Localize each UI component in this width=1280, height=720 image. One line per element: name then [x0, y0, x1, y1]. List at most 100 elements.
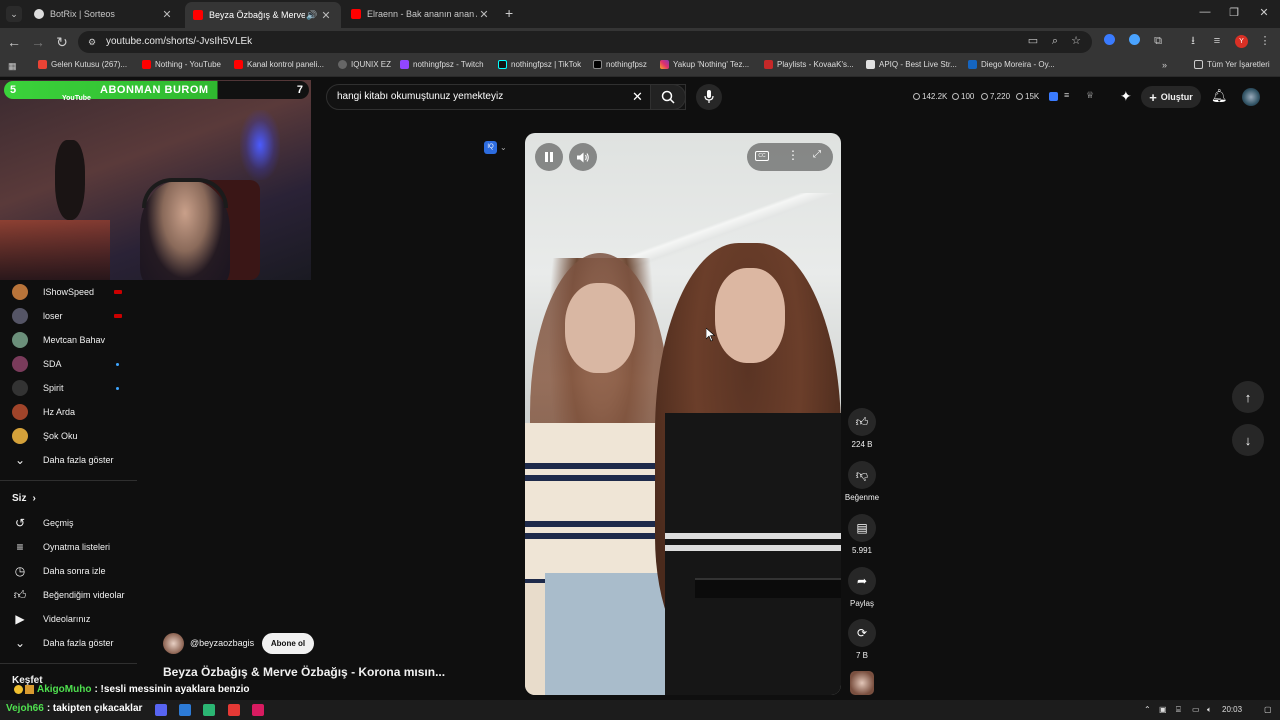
minimize-icon[interactable]: — — [1198, 6, 1212, 18]
bookmark-youtube[interactable]: Nothing - YouTube — [142, 60, 221, 69]
sidebar-item-sok-oku[interactable]: Şok Oku — [12, 426, 78, 446]
app-taskbar-icon[interactable] — [228, 704, 240, 716]
extension-toggle-icon[interactable] — [1049, 92, 1058, 101]
sidebar-item-spirit[interactable]: Spirit — [12, 378, 64, 398]
app-taskbar-icon[interactable] — [252, 704, 264, 716]
like-count: 224 B — [851, 440, 873, 449]
tab-search-button[interactable]: ⌄ — [6, 6, 22, 22]
comments-button[interactable]: ▤ — [848, 514, 876, 542]
bookmark-gmail[interactable]: Gelen Kutusu (267)... — [38, 60, 127, 69]
pause-button[interactable] — [535, 143, 563, 171]
previous-short-button[interactable]: ↑ — [1232, 381, 1264, 413]
tray-app-icon[interactable]: ▣ — [1159, 705, 1167, 714]
forward-icon[interactable]: → — [30, 34, 46, 50]
sound-thumbnail[interactable] — [850, 671, 874, 695]
extension-blue-icon[interactable] — [1102, 34, 1116, 48]
cast-icon[interactable]: ▭ — [1026, 34, 1040, 48]
media-controls-icon[interactable]: ≡ — [1210, 34, 1224, 48]
tab-botrix[interactable]: BotRix | Sorteos ✕ — [26, 3, 182, 25]
download-icon[interactable]: ⭳ — [1186, 34, 1200, 48]
clock-time[interactable]: 20:03 — [1222, 705, 1242, 714]
sidebar-item-hz-arda[interactable]: Hz Arda — [12, 402, 75, 422]
channel-handle[interactable]: @beyzaozbagis — [190, 638, 254, 648]
sidebar-item-playlists[interactable]: ≡ Oynatma listeleri — [12, 537, 110, 557]
tab-close-icon[interactable]: ✕ — [319, 9, 333, 22]
share-button[interactable]: ➦ — [848, 567, 876, 595]
sidebar-item-watch-later[interactable]: ◷ Daha sonra izle — [12, 561, 106, 581]
show-more-you[interactable]: ⌄ Daha fazla göster — [12, 633, 114, 653]
bookmark-instagram[interactable]: Yakup 'Nothing' Tez... — [660, 60, 749, 69]
trophy-icon[interactable]: ♕ — [1086, 90, 1094, 101]
dislike-label: Beğenme — [844, 493, 880, 502]
volume-button[interactable] — [569, 143, 597, 171]
sidebar-item-sda[interactable]: SDA — [12, 354, 62, 374]
more-bookmarks-icon[interactable]: » — [1162, 60, 1167, 70]
sidebar-you-header[interactable]: Siz › — [12, 488, 36, 508]
bookmark-x[interactable]: nothingfpsz — [593, 60, 647, 69]
tab-elraenn[interactable]: Elraenn - Bak ananın anan ANA ✕ — [343, 3, 499, 25]
bookmark-star-icon[interactable]: ☆ — [1069, 34, 1083, 48]
sidebar-item-mevtcan[interactable]: Mevtcan Bahav — [12, 330, 105, 350]
sidebar-item-liked-videos[interactable]: 👍︎ Beğendiğim videolar — [12, 585, 125, 605]
captions-icon[interactable]: CC — [755, 151, 769, 161]
notifications-tray-icon[interactable]: ▢ — [1264, 705, 1272, 714]
volume-icon — [576, 152, 589, 162]
voice-search-button[interactable] — [696, 84, 722, 110]
tab-youtube-short[interactable]: Beyza Özbağış & Merve Öz 🔊 ✕ — [185, 2, 341, 28]
display-icon[interactable]: ▭ — [1192, 705, 1200, 714]
speaker-icon[interactable]: 🔊 — [305, 10, 319, 21]
remix-button[interactable]: ⟳ — [848, 619, 876, 647]
shorts-video-player[interactable]: CC ⋮ ⤢ — [525, 133, 841, 695]
iq-extension-button[interactable]: IQ ⌄ — [484, 139, 514, 155]
bookmark-apiq[interactable]: APIQ - Best Live Str... — [866, 60, 957, 69]
user-avatar[interactable] — [1242, 88, 1260, 106]
extension-cyan-icon[interactable] — [1127, 34, 1141, 48]
sidebar-item-ishowspeed[interactable]: IShowSpeed — [12, 282, 94, 302]
restore-icon[interactable]: ❐ — [1227, 6, 1241, 19]
tray-chevron-icon[interactable]: ⌃ — [1144, 705, 1151, 714]
channel-avatar[interactable] — [163, 633, 184, 654]
all-bookmarks[interactable]: Tüm Yer İşaretleri — [1194, 60, 1270, 69]
bookmark-iqunix[interactable]: IQUNIX EZ — [338, 60, 391, 69]
bookmark-tiktok[interactable]: nothingfpsz | TikTok — [498, 60, 581, 69]
bookmark-twitch[interactable]: nothingfpsz - Twitch — [400, 60, 484, 69]
bookmark-studio[interactable]: Kanal kontrol paneli... — [234, 60, 324, 69]
dislike-button[interactable]: 👎︎ — [848, 461, 876, 489]
browser-menu-icon[interactable]: ⋮ — [1258, 34, 1272, 48]
search-button[interactable] — [650, 84, 686, 110]
site-info-icon[interactable]: ⚙ — [86, 36, 98, 48]
sidebar-item-your-videos[interactable]: ▶ Videolarınız — [12, 609, 90, 629]
app-taskbar-icon[interactable] — [179, 704, 191, 716]
zoom-icon[interactable]: ⌕ — [1048, 34, 1062, 48]
like-button[interactable]: 👍︎ — [848, 408, 876, 436]
sidebar-item-loser[interactable]: loser — [12, 306, 63, 326]
back-icon[interactable]: ← — [6, 34, 22, 50]
bookmark-kovaak[interactable]: Playlists - KovaaK's... — [764, 60, 854, 69]
subscribe-button[interactable]: Abone ol — [262, 633, 314, 654]
bookmark-diego[interactable]: Diego Moreira - Oy... — [968, 60, 1055, 69]
next-short-button[interactable]: ↓ — [1232, 424, 1264, 456]
fullscreen-icon[interactable]: ⤢ — [813, 149, 821, 160]
more-options-icon[interactable]: ⋮ — [787, 148, 799, 162]
profile-avatar[interactable]: Y — [1235, 35, 1248, 48]
discord-taskbar-icon[interactable] — [155, 704, 167, 716]
extensions-puzzle-icon[interactable]: ⧉ — [1151, 34, 1165, 48]
new-tab-button[interactable]: + — [505, 6, 513, 20]
app-taskbar-icon[interactable] — [203, 704, 215, 716]
gemini-icon[interactable]: ✦ — [1120, 88, 1132, 105]
show-more-subscriptions[interactable]: ⌄ Daha fazla göster — [12, 450, 114, 470]
apps-grid-icon[interactable]: ▦ — [8, 61, 18, 71]
notifications-bell-icon[interactable]: 🔔︎ — [1211, 88, 1228, 104]
search-query-text: hangi kitabı okumuştunuz yemekteyiz — [337, 91, 504, 102]
reload-icon[interactable]: ↻ — [54, 34, 70, 50]
network-icon[interactable]: ⌸ — [1176, 705, 1181, 715]
sidebar-item-history[interactable]: ↺ Geçmiş — [12, 513, 74, 533]
tab-close-icon[interactable]: ✕ — [160, 8, 174, 21]
window-close-icon[interactable]: ✕ — [1257, 6, 1271, 19]
clear-search-icon[interactable]: ✕ — [632, 89, 643, 105]
create-button[interactable]: + Oluştur — [1141, 86, 1201, 108]
list-icon[interactable]: ≡ — [1064, 90, 1069, 100]
tab-close-icon[interactable]: ✕ — [477, 8, 491, 21]
video-title[interactable]: Beyza Özbağış & Merve Özbağış - Korona m… — [163, 665, 445, 679]
volume-tray-icon[interactable]: 🔈︎ — [1207, 705, 1212, 715]
